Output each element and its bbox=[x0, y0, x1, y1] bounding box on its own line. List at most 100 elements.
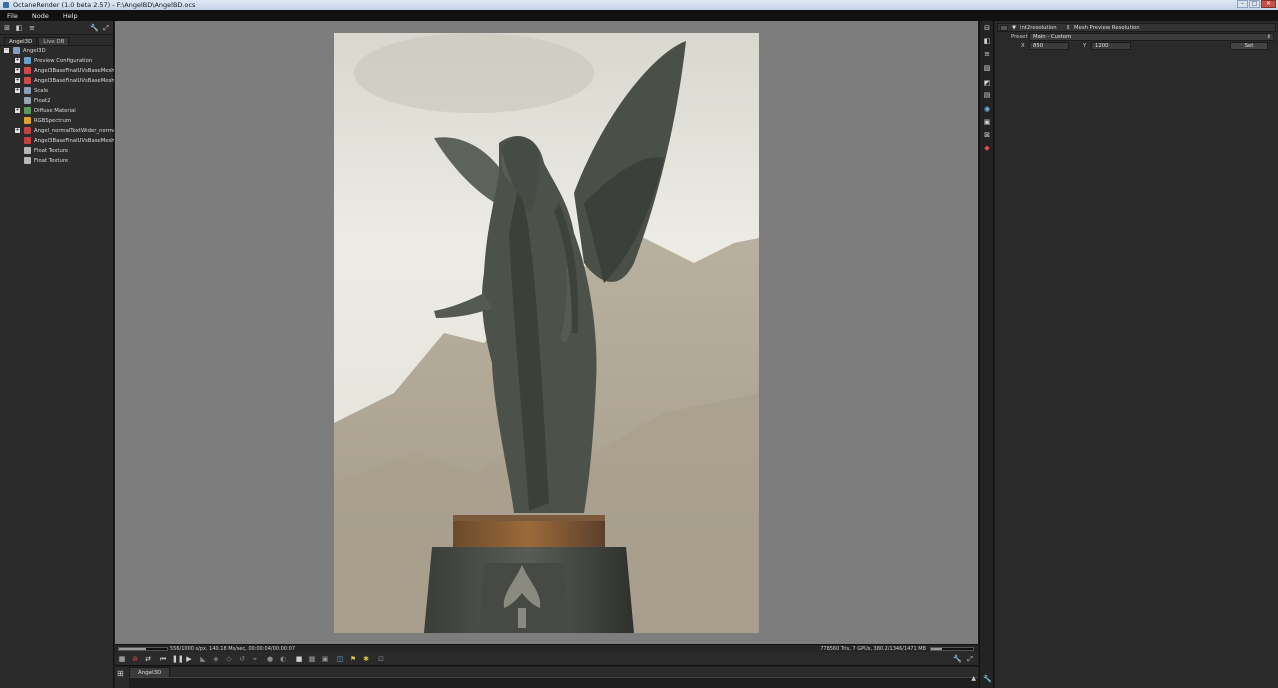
expand-icon[interactable]: + bbox=[15, 88, 20, 93]
expand-icon[interactable]: + bbox=[15, 58, 20, 63]
tree-item[interactable]: – Angel3D bbox=[0, 46, 114, 56]
x-resolution-field[interactable]: 850 bbox=[1029, 42, 1069, 50]
light-icon[interactable]: ✱ bbox=[362, 655, 370, 663]
region-select-icon[interactable]: ▦ bbox=[118, 655, 126, 663]
kernel-icon[interactable]: ◩ bbox=[983, 79, 991, 87]
list-icon[interactable]: ≡ bbox=[983, 50, 991, 58]
copy-node-icon[interactable]: ◧ bbox=[983, 37, 991, 45]
tree-item-label: Float2 bbox=[34, 98, 51, 104]
window-title: OctaneRender (1.0 beta 2.57) - F:\AngelB… bbox=[13, 1, 196, 9]
layers-icon[interactable]: ◧ bbox=[15, 24, 23, 32]
viewport-wrench-icon[interactable]: 🔧 bbox=[953, 655, 962, 663]
image-icon[interactable]: ▨ bbox=[983, 64, 991, 72]
inspector-wrench-icon[interactable]: 🔧 bbox=[983, 675, 992, 683]
render-status-bar: 556/1000 s/px, 140.18 Ms/sec, 00:00:04/0… bbox=[115, 644, 978, 652]
mesh-node-icon[interactable]: ◆ bbox=[983, 144, 991, 152]
tree-item-label: Preview Configuration bbox=[34, 58, 93, 64]
collapse-arrow-icon[interactable]: ▼ bbox=[1012, 24, 1016, 32]
node-type-caret-icon[interactable]: ⇕ bbox=[1066, 24, 1070, 32]
tree-item[interactable]: Float Texture bbox=[0, 146, 114, 156]
camera-target-icon[interactable]: ⌖ bbox=[251, 655, 259, 663]
restart-render-icon[interactable]: ⇄ bbox=[144, 655, 152, 663]
menu-help[interactable]: Help bbox=[56, 12, 85, 20]
fullscreen-icon[interactable]: ⤢ bbox=[102, 24, 110, 32]
environment-icon[interactable]: ◉ bbox=[983, 105, 991, 113]
settings-icon[interactable]: ⊠ bbox=[983, 131, 991, 139]
inspector-collapse-button[interactable] bbox=[1000, 25, 1008, 31]
rgb-icon bbox=[24, 117, 31, 124]
render-viewport[interactable] bbox=[115, 21, 978, 644]
expand-icon[interactable]: + bbox=[15, 108, 20, 113]
minimize-button[interactable]: – bbox=[1237, 0, 1248, 8]
node-graph-icon[interactable]: ⊞ bbox=[3, 24, 11, 32]
grid-icon[interactable]: ▩ bbox=[308, 655, 316, 663]
node-graph-canvas[interactable] bbox=[129, 677, 978, 688]
tree-item[interactable]: Float Texture bbox=[0, 156, 114, 166]
y-resolution-field[interactable]: 1200 bbox=[1091, 42, 1131, 50]
white-balance-icon[interactable]: ◈ bbox=[212, 655, 220, 663]
tree-item-label: Angel_normalTextWider_normals bbox=[34, 128, 114, 134]
tab-angel3d[interactable]: Angel3D bbox=[4, 37, 38, 45]
tree-item-label: Angel3BaseFinalUVsBaseMesh_1 bbox=[34, 68, 114, 74]
y-label: Y bbox=[1083, 43, 1087, 49]
play-icon[interactable]: ▶ bbox=[185, 655, 193, 663]
focus-picker-icon[interactable]: ◣ bbox=[199, 655, 207, 663]
maximize-button[interactable]: □ bbox=[1249, 0, 1260, 8]
rewind-icon[interactable]: ⏮ bbox=[159, 655, 167, 663]
collapse-icon[interactable]: – bbox=[4, 48, 9, 53]
material-picker-icon[interactable]: ◇ bbox=[225, 655, 233, 663]
preset-value: Main - Custom bbox=[1033, 34, 1072, 40]
node-name: Mesh Preview Resolution bbox=[1074, 25, 1140, 31]
imager-icon[interactable]: ▣ bbox=[983, 118, 991, 126]
zoom-fit-icon[interactable]: ▣ bbox=[321, 655, 329, 663]
expand-icon[interactable]: + bbox=[15, 78, 20, 83]
scene-outliner-panel: ⊞ ◧ ≡ 🔧 ⤢ Angel3D Live DB – Angel3D + Previ… bbox=[0, 21, 114, 688]
object-picker-icon[interactable]: ↺ bbox=[238, 655, 246, 663]
transform-icon bbox=[24, 87, 31, 94]
expand-icon[interactable]: + bbox=[15, 128, 20, 133]
tree-item-label: Scale bbox=[34, 88, 49, 94]
tree-item-label: Float Texture bbox=[34, 148, 69, 154]
tree-item[interactable]: RGBSpectrum bbox=[0, 116, 114, 126]
menu-node[interactable]: Node bbox=[25, 12, 56, 20]
tree-item[interactable]: + Angel3BaseFinalUVsBaseMesh_1 bbox=[0, 76, 114, 86]
expand-icon[interactable]: + bbox=[15, 68, 20, 73]
tree-item-label: Angel3BaseFinalUVsBaseMesh_1 bbox=[34, 78, 114, 84]
tree-item-label: Angel3D bbox=[23, 48, 46, 54]
scroll-up-icon[interactable]: ▲ bbox=[971, 675, 976, 682]
resolution-row: X 850 Y 1200 Set bbox=[1007, 42, 1276, 50]
lock-viewport-icon[interactable]: ⚑ bbox=[349, 655, 357, 663]
tree-item[interactable]: + Scale bbox=[0, 86, 114, 96]
sphere-outline-icon[interactable]: ◐ bbox=[279, 655, 287, 663]
tree-item[interactable]: + Angel_normalTextWider_normals bbox=[0, 126, 114, 136]
set-resolution-button[interactable]: Set bbox=[1230, 42, 1268, 50]
tab-live-db[interactable]: Live DB bbox=[38, 37, 70, 45]
tree-item[interactable]: + Preview Configuration bbox=[0, 56, 114, 66]
node-graph-toggle-icon[interactable]: ⊞ bbox=[117, 669, 124, 678]
wrench-icon[interactable]: 🔧 bbox=[90, 24, 99, 32]
tree-item[interactable]: + Diffuse Material bbox=[0, 106, 114, 116]
tree-item-label: Float Texture bbox=[34, 158, 69, 164]
resolution-icon[interactable]: ■ bbox=[295, 655, 303, 663]
save-image-icon[interactable]: ◫ bbox=[336, 655, 344, 663]
preset-label: Preset bbox=[1011, 34, 1028, 40]
tree-item[interactable]: Float2 bbox=[0, 96, 114, 106]
clay-mode-icon[interactable]: ⊡ bbox=[377, 655, 385, 663]
viewport-fullscreen-icon[interactable]: ⤢ bbox=[966, 655, 974, 663]
node-inspector-icon[interactable]: ⊟ bbox=[983, 24, 991, 32]
x-label: X bbox=[1021, 43, 1025, 49]
node-type-dropdown[interactable]: int2resolution bbox=[1020, 24, 1057, 32]
menu-file[interactable]: File bbox=[0, 12, 25, 20]
stop-render-icon[interactable]: ⊘ bbox=[131, 655, 139, 663]
outliner-options-icon[interactable]: ≡ bbox=[28, 24, 36, 32]
preset-dropdown[interactable]: Main - Custom ⇕ bbox=[1029, 33, 1274, 41]
sphere-icon[interactable]: ● bbox=[266, 655, 274, 663]
close-button[interactable]: ✕ bbox=[1261, 0, 1276, 8]
pause-icon[interactable]: ❚❚ bbox=[172, 655, 184, 663]
mesh-icon bbox=[24, 137, 31, 144]
camera-icon[interactable]: ▤ bbox=[983, 91, 991, 99]
tab-graph-angel3d[interactable]: Angel3D bbox=[129, 667, 171, 677]
tree-item[interactable]: Angel3BaseFinalUVsBaseMesh_1 bbox=[0, 136, 114, 146]
tree-item[interactable]: + Angel3BaseFinalUVsBaseMesh_1 bbox=[0, 66, 114, 76]
outliner-tabs: Angel3D Live DB bbox=[4, 37, 70, 45]
